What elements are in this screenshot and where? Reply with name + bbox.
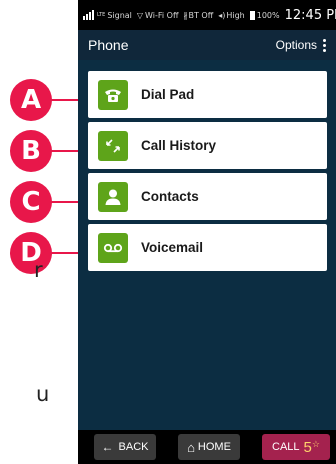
- callout-c: C: [10, 181, 52, 223]
- menu-list: Dial Pad Call History Contacts Voicemail: [88, 71, 327, 275]
- bt-label: BT Off: [188, 10, 214, 20]
- home-button[interactable]: ⌂ HOME: [178, 434, 240, 460]
- callout-d: D: [10, 232, 52, 274]
- clock: 12:45 PM: [284, 7, 336, 23]
- bleed-text-u: u: [36, 382, 50, 406]
- voicemail-icon: [98, 232, 128, 263]
- menu-item-label: Contacts: [141, 189, 199, 204]
- bottom-nav: ← BACK ⌂ HOME CALL 5 ☆: [78, 430, 336, 464]
- star-icon: ☆: [311, 438, 320, 449]
- menu-item-voicemail[interactable]: Voicemail: [88, 224, 327, 271]
- options-button[interactable]: Options: [276, 38, 326, 53]
- callout-b: B: [10, 130, 52, 172]
- speaker-icon: ◂): [218, 10, 226, 20]
- battery-icon: [249, 10, 255, 20]
- phone-screen: LTE Signal ▽ Wi-Fi Off ∦ BT Off ◂) High …: [78, 0, 336, 464]
- menu-item-dial-pad[interactable]: Dial Pad: [88, 71, 327, 118]
- overflow-menu-icon: [323, 38, 326, 53]
- call-history-arrows-icon: [98, 130, 128, 161]
- callout-a: A: [10, 79, 52, 121]
- wifi-icon: ▽: [136, 10, 144, 20]
- volume-label: High: [226, 10, 245, 20]
- volume-status: ◂) High: [218, 11, 245, 20]
- back-button[interactable]: ← BACK: [94, 434, 156, 460]
- person-icon: [98, 181, 128, 212]
- call-number: 5: [303, 438, 312, 456]
- status-bar: LTE Signal ▽ Wi-Fi Off ∦ BT Off ◂) High …: [78, 0, 336, 30]
- menu-item-label: Dial Pad: [141, 87, 195, 102]
- back-arrow-icon: ←: [101, 440, 114, 454]
- menu-item-contacts[interactable]: Contacts: [88, 173, 327, 220]
- bt-status: ∦ BT Off: [183, 11, 213, 20]
- menu-item-call-history[interactable]: Call History: [88, 122, 327, 169]
- battery-status: 100%: [249, 10, 280, 20]
- bluetooth-icon: ∦: [183, 10, 188, 20]
- call-label: CALL: [272, 441, 300, 453]
- call-5-button[interactable]: CALL 5 ☆: [262, 434, 330, 460]
- signal-label: Signal: [107, 10, 132, 20]
- signal-indicator: LTE Signal: [83, 10, 132, 20]
- telephone-icon: [98, 79, 128, 110]
- wifi-status: ▽ Wi-Fi Off: [137, 11, 179, 20]
- home-label: HOME: [197, 441, 231, 453]
- options-label: Options: [275, 38, 317, 52]
- menu-item-label: Call History: [141, 138, 217, 153]
- home-icon: ⌂: [187, 439, 195, 455]
- app-bar: Phone Options: [78, 30, 336, 60]
- carrier-badge: LTE: [97, 12, 106, 18]
- back-label: BACK: [118, 441, 149, 453]
- menu-item-label: Voicemail: [141, 240, 204, 255]
- battery-label: 100%: [256, 10, 280, 20]
- bleed-text-r: r: [34, 258, 43, 282]
- signal-bars-icon: [83, 10, 95, 20]
- wifi-label: Wi-Fi Off: [145, 10, 179, 20]
- page-title: Phone: [88, 37, 129, 53]
